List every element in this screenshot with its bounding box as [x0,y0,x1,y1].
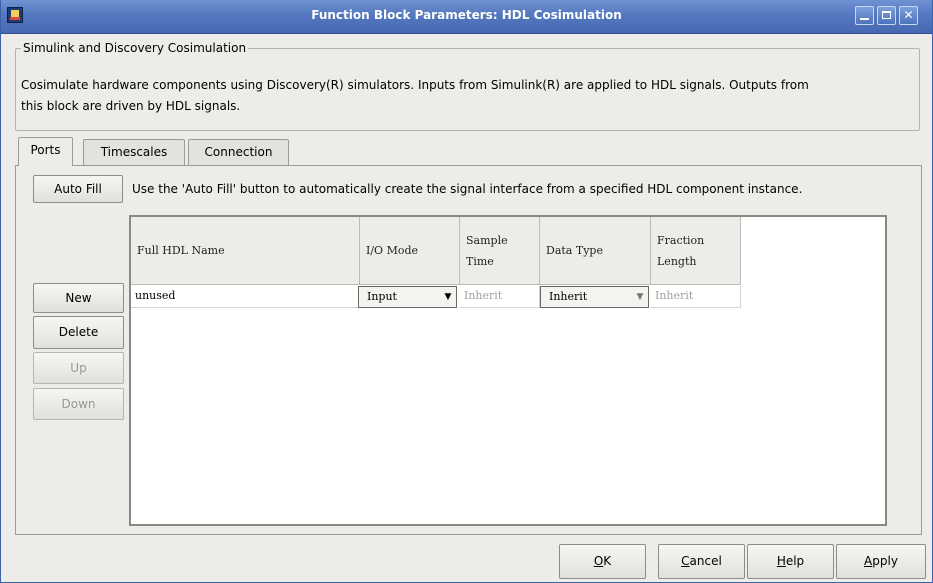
full-hdl-name-cell[interactable]: unused [131,286,360,308]
description-line-2: this block are driven by HDL signals. [21,99,241,113]
dropdown-arrow-icon: ▼ [636,292,644,302]
header-label: Sample Time [466,230,508,272]
down-button[interactable]: Down [33,388,124,420]
dropdown-arrow-icon: ▼ [444,292,452,302]
group-title: Simulink and Discovery Cosimulation [21,41,249,55]
fraction-length-cell[interactable]: Inherit [651,286,741,308]
new-button[interactable]: New [33,283,124,313]
label-post: elp [785,554,805,568]
close-icon: ✕ [903,8,914,22]
header-label-line: Length [657,254,697,268]
data-type-value: Inherit [549,290,588,303]
header-label: Full HDL Name [137,244,225,257]
delete-button[interactable]: Delete [33,316,124,349]
window-title: Function Block Parameters: HDL Cosimulat… [311,8,622,22]
column-header-data-type[interactable]: Data Type [540,217,651,285]
io-mode-dropdown[interactable]: Input ▼ [358,286,457,308]
tab-connection[interactable]: Connection [188,139,289,165]
mnemonic: O [593,554,604,568]
header-label: I/O Mode [366,244,419,257]
ok-button[interactable]: OK [559,544,646,579]
io-mode-value: Input [367,290,397,303]
minimize-icon [860,18,869,20]
header-label-line: Sample [466,233,508,247]
description-line-1: Cosimulate hardware components using Dis… [21,78,809,92]
column-header-fraction-length[interactable]: Fraction Length [651,217,741,285]
tab-ports[interactable]: Ports [18,137,73,166]
tab-timescales[interactable]: Timescales [83,139,185,165]
column-header-sample-time[interactable]: Sample Time [460,217,540,285]
group-description: Cosimulate hardware components using Dis… [21,75,911,117]
mnemonic: H [776,554,786,568]
data-type-dropdown[interactable]: Inherit ▼ [540,286,649,308]
apply-button[interactable]: Apply [836,544,926,579]
header-label-line: Fraction [657,233,705,247]
label-post: ancel [689,554,722,568]
up-button[interactable]: Up [33,352,124,384]
auto-fill-hint: Use the 'Auto Fill' button to automatica… [132,182,803,196]
header-label: Data Type [546,244,603,257]
maximize-icon [882,11,891,19]
label-post: K [603,554,612,568]
header-label-line: Time [466,254,494,268]
help-button[interactable]: Help [747,544,834,579]
minimize-button[interactable] [855,6,874,25]
maximize-button[interactable] [877,6,896,25]
column-header-io-mode[interactable]: I/O Mode [360,217,460,285]
title-bar[interactable]: Function Block Parameters: HDL Cosimulat… [1,0,932,34]
sample-time-cell[interactable]: Inherit [460,286,540,308]
header-label: Fraction Length [657,230,704,272]
label-post: pply [872,554,898,568]
close-button[interactable]: ✕ [899,6,918,25]
cancel-button[interactable]: Cancel [658,544,745,579]
auto-fill-button[interactable]: Auto Fill [33,175,123,203]
mnemonic: C [681,554,690,568]
column-header-full-hdl-name[interactable]: Full HDL Name [131,217,360,285]
dialog-window: Function Block Parameters: HDL Cosimulat… [0,0,933,583]
